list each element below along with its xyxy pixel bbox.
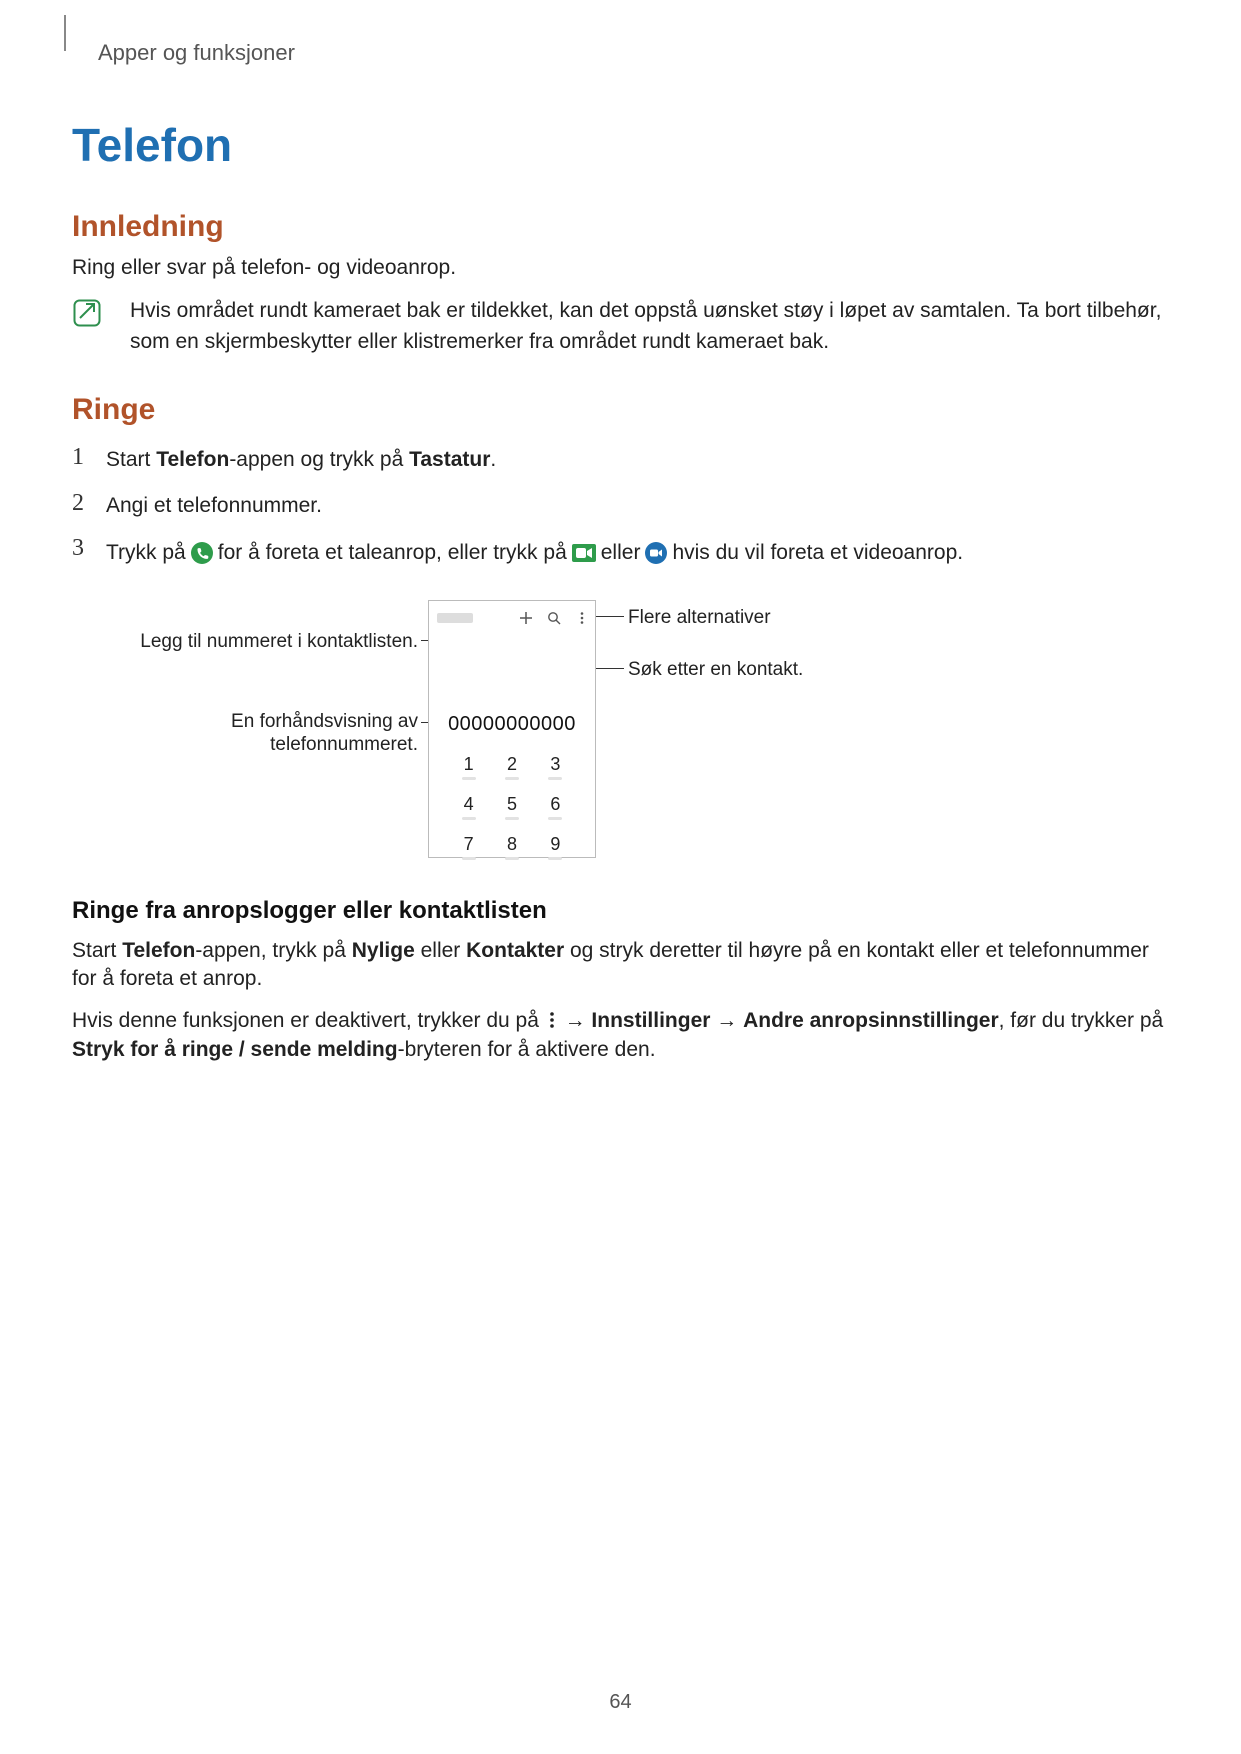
step-text-part: hvis du vil foreta et videoanrop. xyxy=(672,536,963,570)
subhead-ringe-fra-logger: Ringe fra anropslogger eller kontaktlist… xyxy=(72,897,1169,925)
step-number: 2 xyxy=(72,487,84,521)
callout-search-contact: Søk etter en kontakt. xyxy=(628,658,868,682)
content: Telefon Innledning Ring eller svar på te… xyxy=(72,118,1169,1064)
key-4: 4 xyxy=(447,794,490,820)
para-activate: Hvis denne funksjonen er deaktivert, try… xyxy=(72,1007,1169,1064)
phone-top-icons xyxy=(519,611,589,625)
page-title: Telefon xyxy=(72,118,1169,172)
side-rule xyxy=(64,15,66,51)
step-text-part: for å foreta et taleanrop, eller trykk p… xyxy=(218,536,567,570)
key-7: 7 xyxy=(447,834,490,860)
step-text-bold: Telefon xyxy=(156,448,229,471)
step-text-part: Trykk på xyxy=(106,536,186,570)
phone-tab-indicator xyxy=(437,613,473,623)
keypad: 1 2 3 4 5 6 7 8 9 xyxy=(429,754,595,860)
page-number: 64 xyxy=(0,1691,1241,1714)
step-text-part: -appen og trykk på xyxy=(229,448,409,471)
phone-topbar xyxy=(429,601,595,635)
key-8: 8 xyxy=(490,834,533,860)
note-icon xyxy=(72,298,102,328)
step-text-part: eller xyxy=(601,536,641,570)
step-text: Angi et telefonnummer. xyxy=(106,494,322,517)
step-2: 2 Angi et telefonnummer. xyxy=(72,483,1169,528)
step-text-part: . xyxy=(490,448,496,471)
intro-text: Ring eller svar på telefon- og videoanro… xyxy=(72,254,1169,282)
key-2: 2 xyxy=(490,754,533,780)
section-innledning: Innledning xyxy=(72,210,1169,244)
step-3-line: Trykk på for å foreta et taleanrop, elle… xyxy=(106,536,963,570)
key-6: 6 xyxy=(534,794,577,820)
page: Apper og funksjoner Telefon Innledning R… xyxy=(0,0,1241,1754)
step-number: 1 xyxy=(72,441,84,475)
search-icon xyxy=(547,611,561,625)
note-row: Hvis området rundt kameraet bak er tilde… xyxy=(72,296,1169,357)
more-options-icon xyxy=(575,611,589,625)
more-options-icon xyxy=(545,1010,559,1030)
callout-more-options: Flere alternativer xyxy=(628,606,868,630)
key-1: 1 xyxy=(447,754,490,780)
phone-number-preview: 00000000000 xyxy=(429,713,595,736)
key-5: 5 xyxy=(490,794,533,820)
step-1: 1 Start Telefon-appen og trykk på Tastat… xyxy=(72,437,1169,482)
add-contact-icon xyxy=(519,611,533,625)
video-call-round-icon xyxy=(644,541,668,565)
key-9: 9 xyxy=(534,834,577,860)
callout-preview: En forhåndsvisning av telefonnummeret. xyxy=(118,710,418,758)
section-ringe: Ringe xyxy=(72,393,1169,427)
note-text: Hvis området rundt kameraet bak er tilde… xyxy=(130,296,1169,357)
key-3: 3 xyxy=(534,754,577,780)
running-head: Apper og funksjoner xyxy=(98,40,295,66)
video-call-square-icon xyxy=(571,541,597,565)
step-number: 3 xyxy=(72,532,84,566)
voice-call-icon xyxy=(190,541,214,565)
step-3: 3 Trykk på for å foreta et taleanrop, el… xyxy=(72,528,1169,578)
phone-keypad-mock: 00000000000 1 2 3 4 5 6 7 8 9 xyxy=(428,600,596,858)
callout-add-contact: Legg til nummeret i kontaktlisten. xyxy=(118,630,418,654)
steps-list: 1 Start Telefon-appen og trykk på Tastat… xyxy=(72,437,1169,577)
para-logs: Start Telefon-appen, trykk på Nylige ell… xyxy=(72,937,1169,994)
step-text-part: Start xyxy=(106,448,156,471)
step-text-bold: Tastatur xyxy=(409,448,490,471)
phone-figure: Legg til nummeret i kontaktlisten. En fo… xyxy=(118,592,878,867)
